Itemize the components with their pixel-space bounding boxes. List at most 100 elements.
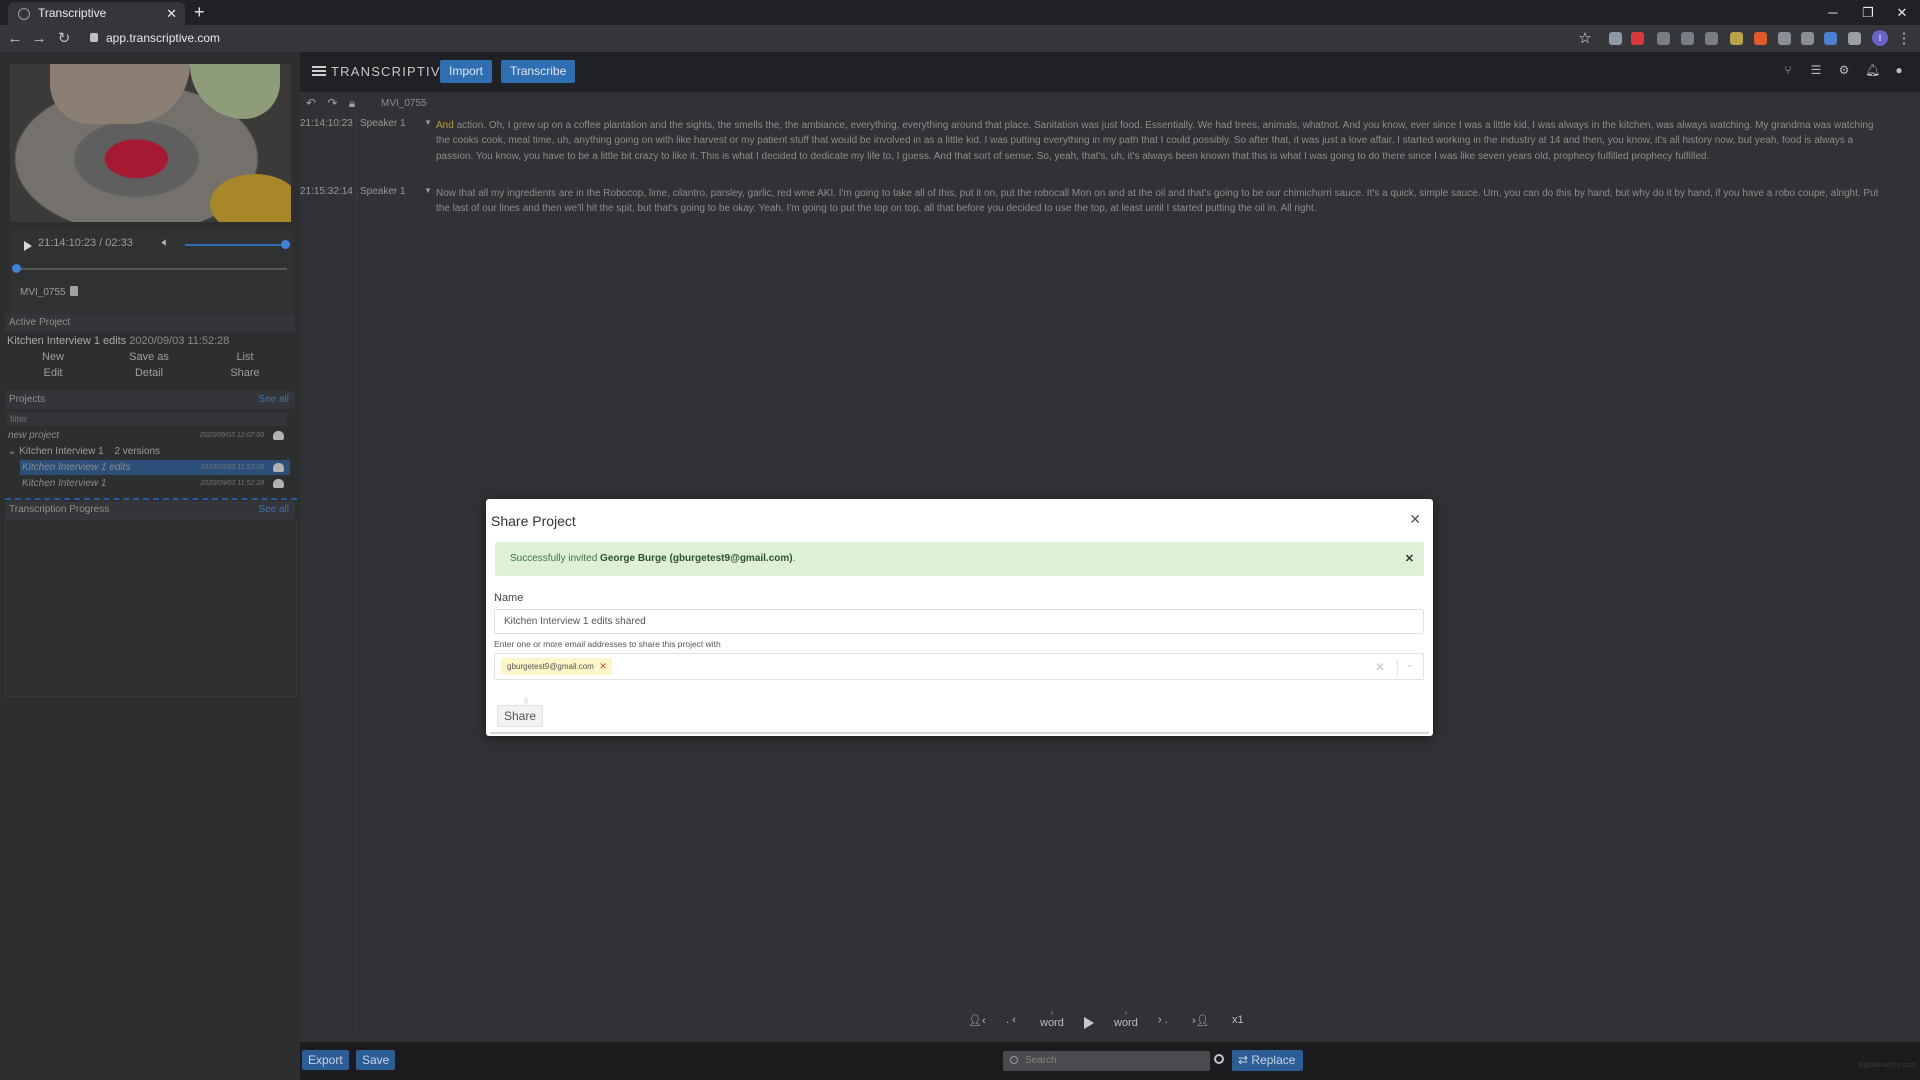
progress-see-all-link[interactable]: See all [258,501,289,519]
search-icon [1010,1056,1018,1064]
next-speaker-icon[interactable]: ›👤︎ [1192,1014,1210,1027]
save-as-button[interactable]: Save as [109,351,189,363]
name-input[interactable]: Kitchen Interview 1 edits shared [494,609,1424,634]
search-go-icon[interactable] [1214,1054,1224,1064]
replace-button[interactable]: ⇄ Replace [1232,1050,1303,1071]
project-row-name: Kitchen Interview 1 edits [22,462,131,473]
trash-icon[interactable] [70,286,78,296]
play-pause-icon[interactable] [1084,1017,1094,1029]
edit-project-button[interactable]: Edit [13,367,93,379]
chevron-down-icon[interactable]: ⌄ [8,446,19,457]
prev-sentence-button[interactable]: . ‹ [1006,1014,1016,1026]
current-word[interactable]: And [436,120,454,131]
app-root: 21:14:10:23 / 02:33 🔈︎ MVI_0755 Active P… [0,52,1920,1080]
video-frame-spoon [190,64,280,119]
seek-knob[interactable] [12,264,21,273]
projects-see-all-link[interactable]: See all [258,391,289,409]
extension-circle-icon[interactable] [1778,32,1791,45]
redo-icon[interactable]: ↷ [327,96,337,110]
forward-icon[interactable]: → [28,28,50,50]
active-project-name: Kitchen Interview 1 edits 2020/09/03 11:… [7,335,229,347]
extension-orange-icon[interactable] [1754,32,1767,45]
lock-edit-icon[interactable]: 🔒︎ [349,96,355,110]
import-button[interactable]: Import [440,60,493,83]
browser-menu-icon[interactable]: ⋮ [1893,28,1915,50]
undo-icon[interactable]: ↶ [306,96,316,110]
extension-lock-icon[interactable] [1730,32,1743,45]
video-frame-bowl [210,174,291,222]
extension-mail-icon[interactable] [1657,32,1670,45]
project-row[interactable]: Kitchen Interview 1 2020/09/03 11:52:28 [20,476,290,491]
bottom-toolbar: Export Save Search ⇄ Replace digitalanar… [300,1042,1920,1080]
clip-name: MVI_0755 [20,287,66,298]
extension-shield-icon[interactable] [1609,32,1622,45]
save-button[interactable]: Save [356,1050,396,1070]
speaker-dropdown-icon[interactable]: ▼ [424,118,432,127]
bookmark-star-icon[interactable]: ☆ [1574,28,1596,50]
bell-icon[interactable]: 🔔︎ [1865,64,1880,76]
volume-slider[interactable] [185,244,285,246]
volume-knob[interactable] [281,240,290,249]
close-tab-icon[interactable]: ✕ [166,2,177,25]
restore-icon[interactable]: ❐ [1850,0,1886,25]
success-alert: Successfully invited George Burge (gburg… [495,542,1424,576]
next-sentence-button[interactable]: › . [1158,1014,1168,1026]
new-tab-icon[interactable]: + [194,1,205,23]
prev-speaker-icon[interactable]: 👤︎‹ [968,1014,986,1027]
list-icon[interactable]: ☰ [1810,64,1822,76]
extension-red-icon[interactable] [1631,32,1644,45]
segment-text-body[interactable]: action. Oh, I grew up on a coffee planta… [436,120,1873,162]
share-project-button[interactable]: Share [205,367,285,379]
search-input[interactable]: Search [1003,1051,1210,1071]
close-icon[interactable]: ✕ [1409,511,1421,528]
project-row-selected[interactable]: Kitchen Interview 1 edits 2020/09/03 11:… [20,460,290,475]
segment-speaker[interactable]: Speaker 1 [360,186,406,197]
url-field[interactable]: app.transcriptive.com [86,29,1586,48]
project-filter-input[interactable]: filter [7,412,287,426]
close-window-icon[interactable]: ✕ [1884,0,1920,25]
url-text: app.transcriptive.com [106,31,221,45]
extensions-puzzle-icon[interactable] [1848,32,1861,45]
gear-icon[interactable]: ⚙ [1838,64,1850,76]
segment-text[interactable]: And action. Oh, I grew up on a coffee pl… [436,118,1886,164]
extension-audio-icon[interactable] [1824,32,1837,45]
extension-cloud-icon[interactable] [1705,32,1718,45]
share-project-dialog: Share Project ✕ Successfully invited Geo… [486,499,1433,736]
prev-word-button[interactable]: ‹ word [1040,1010,1064,1029]
project-detail-button[interactable]: Detail [109,367,189,379]
volume-icon[interactable]: 🔈︎ [162,235,169,250]
share-network-icon[interactable]: ⑂ [1782,64,1794,76]
project-row[interactable]: new project 2020/09/03 12:07:00 [8,428,290,443]
segment-timecode[interactable]: 21:14:10:23 [300,118,353,129]
next-word-button[interactable]: › word [1114,1010,1138,1029]
segment-speaker[interactable]: Speaker 1 [360,118,406,129]
playback-speed[interactable]: x1 [1232,1014,1244,1026]
seek-bar[interactable] [15,268,287,270]
back-icon[interactable]: ← [4,28,26,50]
video-preview[interactable] [10,64,291,222]
list-projects-button[interactable]: List [205,351,285,363]
hamburger-menu-icon[interactable] [312,66,326,76]
new-project-button[interactable]: New [13,351,93,363]
project-group-row[interactable]: ⌄ Kitchen Interview 1 2 versions [8,444,290,459]
alert-close-icon[interactable]: ✕ [1405,542,1414,576]
segment-text[interactable]: Now that all my ingredients are in the R… [436,186,1886,217]
browser-tab[interactable]: Transcriptive ✕ [8,2,185,25]
export-button[interactable]: Export [302,1050,349,1070]
segment-timecode[interactable]: 21:15:32:14 [300,186,353,197]
extension-cast-icon[interactable] [1801,32,1814,45]
chevron-down-icon[interactable]: ⌄ [1406,659,1414,670]
video-frame-hand [50,64,190,124]
remove-chip-icon[interactable]: ✕ [599,658,607,675]
reload-icon[interactable]: ↻ [53,28,75,50]
speaker-dropdown-icon[interactable]: ▼ [424,186,432,195]
share-button[interactable]: Share [497,705,543,727]
profile-avatar[interactable]: I [1872,30,1888,46]
email-select-input[interactable]: gburgetest9@gmail.com ✕ ✕ ⌄ [494,653,1424,680]
minimize-icon[interactable]: ─ [1815,0,1851,25]
extension-gray-icon[interactable] [1681,32,1694,45]
transcribe-button[interactable]: Transcribe [501,60,576,83]
play-icon[interactable] [24,241,32,251]
clear-icon[interactable]: ✕ [1375,660,1385,674]
user-icon[interactable]: ● [1893,64,1905,76]
